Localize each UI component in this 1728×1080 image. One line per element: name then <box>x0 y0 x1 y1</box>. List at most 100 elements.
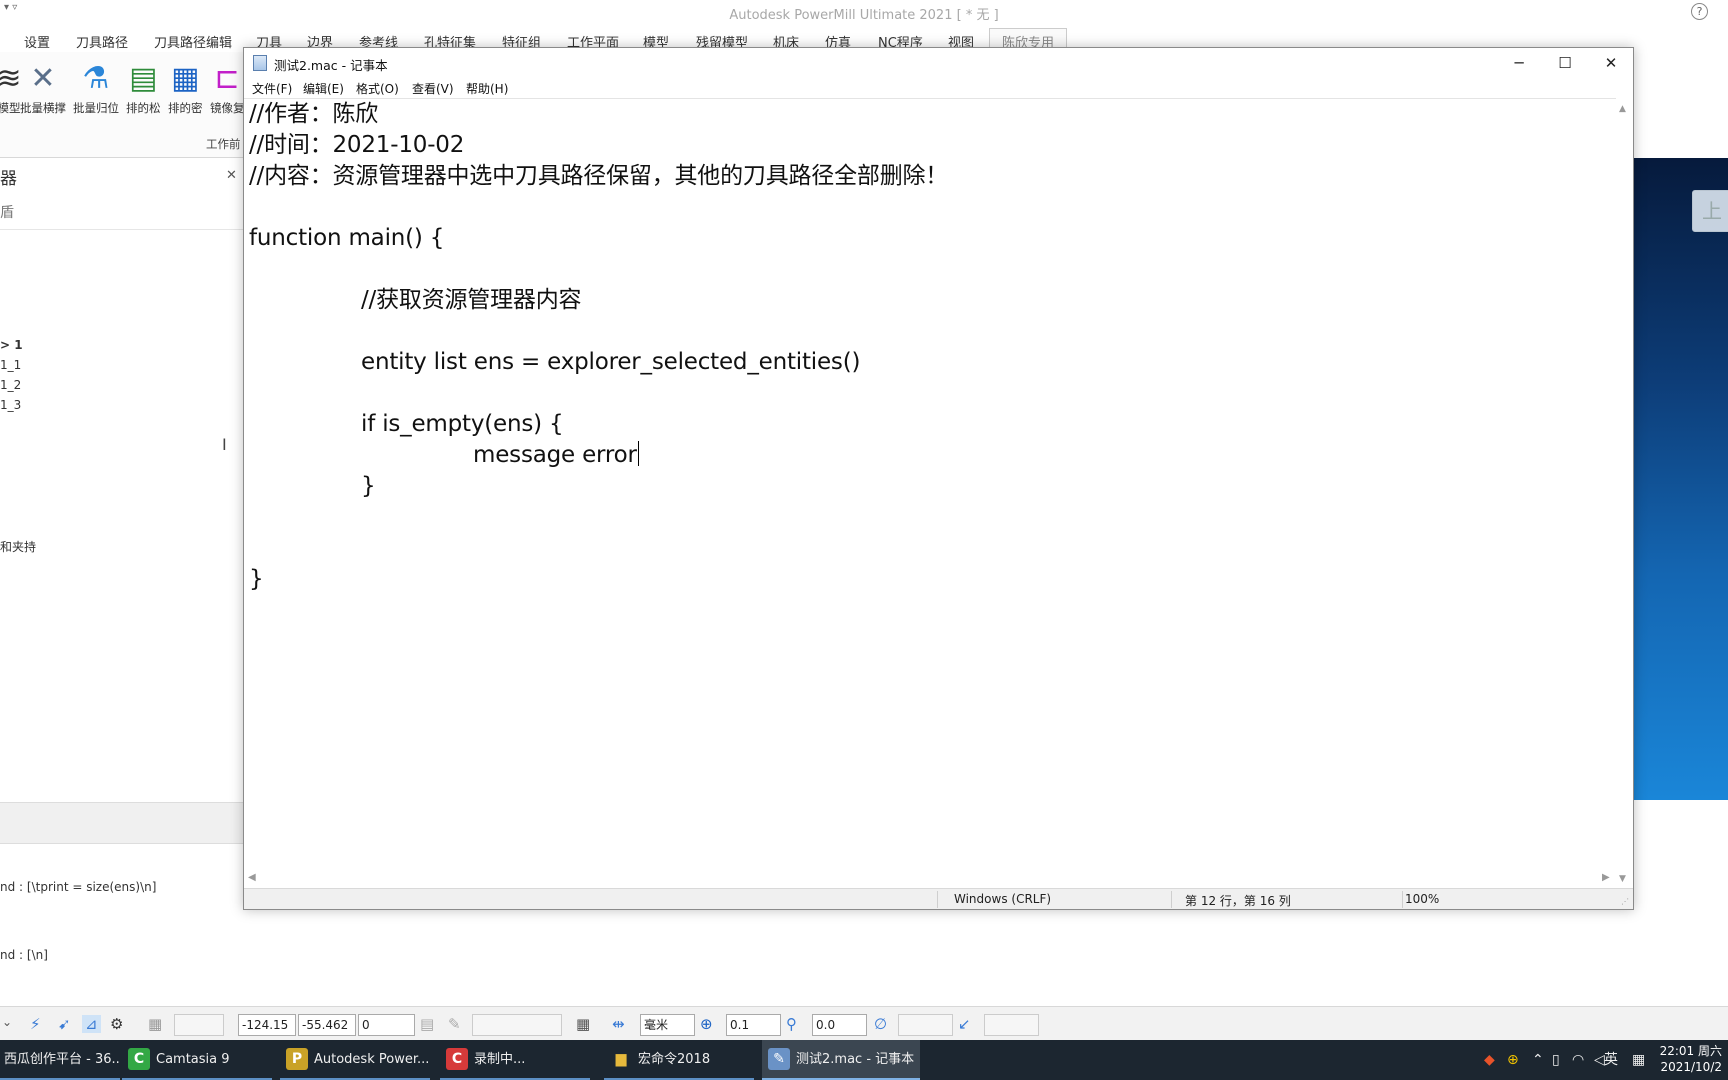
battery-icon[interactable]: ▯ <box>1552 1040 1560 1080</box>
code-line: function main() { <box>249 225 445 251</box>
notepad-app-icon <box>253 55 267 71</box>
taskbar-item-recording[interactable]: C 录制中... <box>440 1040 590 1080</box>
close-button[interactable]: ✕ <box>1588 48 1634 78</box>
viewport-button[interactable]: 上 <box>1692 190 1728 232</box>
calculator-icon[interactable]: ▦ <box>576 1015 590 1033</box>
code-line: if is_empty(ens) { <box>361 411 564 437</box>
tree-item[interactable]: 1_3 <box>0 398 21 412</box>
code-line: //内容：资源管理器中选中刀具路径保留，其他的刀具路径全部删除！ <box>249 163 949 189</box>
ribbon-button-batch-brace[interactable]: ✕ 批量横撑 <box>20 62 66 116</box>
explorer-panel: 器 ✕ 盾 > 1 1_1 1_2 1_3 和夹持 I <box>0 158 244 802</box>
horizontal-scrollbar[interactable]: ◀ ▶ <box>244 870 1616 888</box>
tree-item[interactable]: > 1 <box>0 338 23 352</box>
snap-icon[interactable]: ⚡ <box>30 1015 41 1033</box>
notepad-window: 测试2.mac - 记事本 ─ ☐ ✕ 文件(F) 编辑(E) 格式(O) 查看… <box>243 47 1634 910</box>
ribbon-button-batch-reset[interactable]: ⚗ 批量归位 <box>73 62 119 116</box>
tree-item[interactable]: 1_2 <box>0 378 21 392</box>
powermill-statusbar: ⌄ ⚡ ➹ ⊿ ⚙ ▦ -124.15 -55.462 0 ▤ ✎ ▦ ⇹ 毫米… <box>0 1006 1728 1040</box>
pencil-icon[interactable]: ✎ <box>448 1015 461 1033</box>
menu-file[interactable]: 文件(F) <box>252 80 292 97</box>
scroll-down-icon[interactable]: ▼ <box>1619 874 1626 884</box>
command-line: nd : [\n] <box>0 948 48 962</box>
tray-plus-icon[interactable]: ⊕ <box>1507 1040 1519 1080</box>
vertical-scrollbar[interactable]: ▲ ▼ <box>1616 98 1633 888</box>
ruler-icon[interactable]: ⇹ <box>612 1015 625 1033</box>
scroll-right-icon[interactable]: ▶ <box>1602 872 1610 883</box>
diameter-icon[interactable]: ∅ <box>874 1015 887 1033</box>
chevron-down-icon[interactable]: ⌄ <box>2 1015 12 1029</box>
tray-arrow-icon[interactable]: ⌃ <box>1532 1040 1544 1080</box>
code-line: } <box>249 566 264 592</box>
viewport-lower-area <box>1634 800 1728 1006</box>
mirror-icon: ⊏ <box>214 61 240 96</box>
scroll-up-icon[interactable]: ▲ <box>1619 104 1626 114</box>
menu-format[interactable]: 格式(O) <box>356 80 399 97</box>
status-field-blank[interactable] <box>174 1014 224 1036</box>
help-icon[interactable]: ? <box>1691 3 1708 20</box>
tray-lang[interactable]: 英 <box>1604 1040 1618 1080</box>
tree-item[interactable]: 1_1 <box>0 358 21 372</box>
command-window[interactable]: nd : [\tprint = size(ens)\n] nd : [\n] <box>0 844 244 1006</box>
desktop: ▾ ▿ Autodesk PowerMill Ultimate 2021 [ *… <box>0 0 1728 1080</box>
ribbon-button-loose[interactable]: ▤ 排的松 <box>126 62 161 116</box>
coord-z-field[interactable]: 0 <box>358 1014 415 1036</box>
graphics-viewport[interactable]: 上 <box>1634 158 1728 800</box>
menu-view[interactable]: 查看(V) <box>412 80 454 97</box>
scroll-left-icon[interactable]: ◀ <box>248 872 256 883</box>
resize-grip-icon[interactable]: ⋰ <box>1621 897 1631 907</box>
code-line: } <box>361 473 376 499</box>
ribbon-button-mirror[interactable]: ⊏ 镜像复 <box>210 62 245 116</box>
thickness-field[interactable]: 0.0 <box>812 1014 867 1036</box>
folder-icon: ▆ <box>615 1051 627 1067</box>
green-grid-icon: ▤ <box>129 61 158 96</box>
coord-y-field[interactable]: -55.462 <box>298 1014 356 1036</box>
powermill-window-title: Autodesk PowerMill Ultimate 2021 [ * 无 ] <box>729 8 999 23</box>
tab-toolpath-edit[interactable]: 刀具路径编辑 <box>154 32 232 51</box>
ribbon-button-dense[interactable]: ▦ 排的密 <box>168 62 203 116</box>
tool-axis-icon[interactable]: ↙ <box>958 1015 971 1033</box>
list-icon[interactable]: ▤ <box>420 1015 434 1033</box>
coord-x-field[interactable]: -124.15 <box>238 1014 296 1036</box>
taskbar-item-macro-folder[interactable]: ▆ 宏命令2018 <box>604 1040 754 1080</box>
ime-grid-icon[interactable]: ▦ <box>1632 1040 1645 1080</box>
maximize-button[interactable]: ☐ <box>1542 48 1588 78</box>
explorer-toolbar-icon[interactable]: 盾 <box>0 202 14 222</box>
tab-toolpath[interactable]: 刀具路径 <box>76 32 128 51</box>
units-field[interactable]: 毫米 <box>640 1014 695 1036</box>
notepad-text-area[interactable]: //作者：陈欣 //时间：2021-10-02 //内容：资源管理器中选中刀具路… <box>244 98 1633 888</box>
workplane-icon[interactable]: ⊿ <box>82 1015 101 1033</box>
pick-icon[interactable]: ➹ <box>58 1015 71 1033</box>
status-field-blank[interactable] <box>984 1014 1039 1036</box>
notepad-menubar: 文件(F) 编辑(E) 格式(O) 查看(V) 帮助(H) <box>244 78 1633 98</box>
grid-icon[interactable]: ▦ <box>148 1015 162 1033</box>
minimize-button[interactable]: ─ <box>1496 48 1542 78</box>
taskbar-item-powermill[interactable]: P Autodesk Power... <box>280 1040 430 1080</box>
crosshair-icon[interactable]: ⊕ <box>700 1015 713 1033</box>
clock[interactable]: 22:01 周六 2021/10/2 <box>1660 1043 1722 1075</box>
status-field-blank[interactable] <box>898 1014 953 1036</box>
tab-settings[interactable]: 设置 <box>24 32 50 51</box>
taskbar-item-notepad[interactable]: ✎ 测试2.mac - 记事本 <box>762 1040 920 1080</box>
status-divider <box>1402 891 1403 908</box>
tool-icon[interactable]: ⚙ <box>110 1015 123 1033</box>
status-divider <box>937 891 938 908</box>
windows-taskbar: 西 西瓜创作平台 - 36... C Camtasia 9 P Autodesk… <box>0 1040 1728 1080</box>
taskbar-item-camtasia[interactable]: C Camtasia 9 <box>122 1040 272 1080</box>
tray-app-icon[interactable]: ◆ <box>1484 1040 1495 1080</box>
menu-edit[interactable]: 编辑(E) <box>303 80 344 97</box>
tolerance-field[interactable]: 0.1 <box>726 1014 781 1036</box>
tree-item[interactable]: 和夹持 <box>0 538 36 555</box>
taskbar-item-xigua[interactable]: 西 西瓜创作平台 - 36... <box>0 1040 120 1080</box>
blue-grid-icon: ▦ <box>171 61 200 96</box>
code-line: entity list ens = explorer_selected_enti… <box>361 349 861 375</box>
notepad-titlebar[interactable]: 测试2.mac - 记事本 ─ ☐ ✕ <box>244 48 1633 78</box>
text-caret <box>637 441 640 466</box>
code-line: //时间：2021-10-02 <box>249 132 465 158</box>
wifi-icon[interactable]: ◠ <box>1572 1040 1584 1080</box>
close-icon[interactable]: ✕ <box>226 168 237 183</box>
status-field-blank[interactable] <box>472 1014 562 1036</box>
clock-time: 22:01 周六 <box>1659 1044 1722 1058</box>
status-cursor-position: 第 12 行，第 16 列 <box>1185 894 1291 908</box>
probe-icon[interactable]: ⚲ <box>786 1015 797 1033</box>
menu-help[interactable]: 帮助(H) <box>466 80 508 97</box>
